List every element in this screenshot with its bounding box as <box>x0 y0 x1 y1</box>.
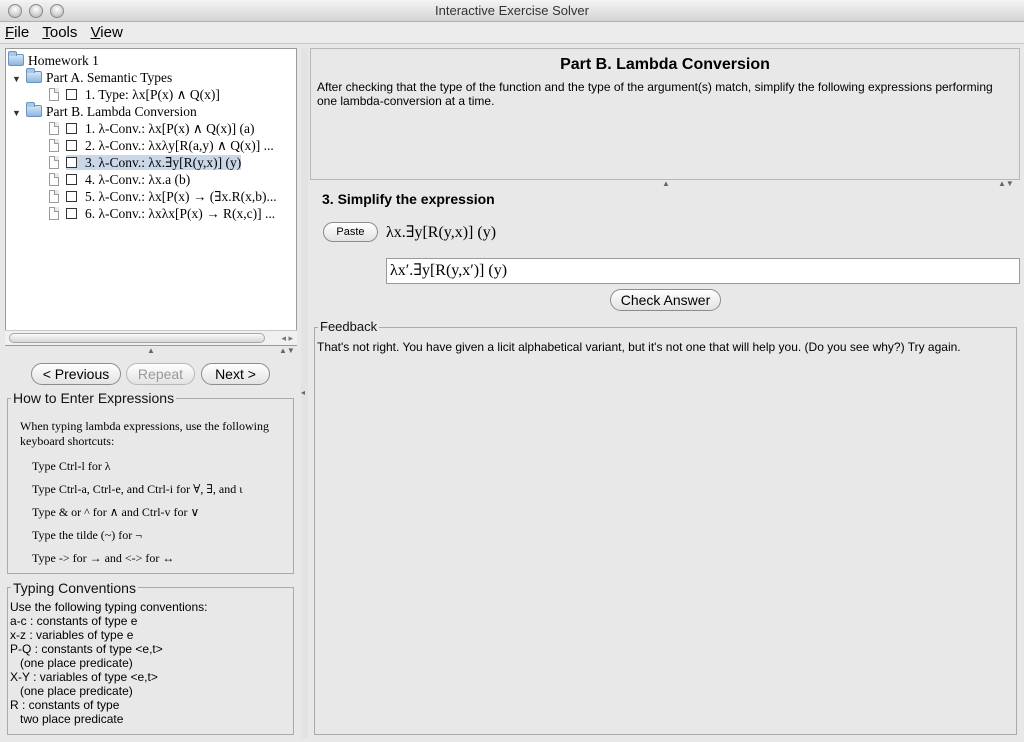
expression-text: λx.∃y[R(y,x)] (y) <box>386 224 497 241</box>
document-icon <box>49 122 59 135</box>
help-intro-2: keyboard shortcuts: <box>20 434 115 448</box>
help-line: Type & or ^ for ∧ and Ctrl-v for ∨ <box>32 505 200 519</box>
help-title: How to Enter Expressions <box>11 390 177 406</box>
folder-icon <box>8 51 24 66</box>
tree-item-b5[interactable]: 5. λ-Conv.: λx[P(x) → (∃x.R(x,b)... <box>49 188 277 205</box>
tree-item-a1[interactable]: 1. Type: λx[P(x) ∧ Q(x)] <box>49 86 220 103</box>
tree-item-b3-selected[interactable]: 3. λ-Conv.: λx.∃y[R(y,x)] (y) <box>49 154 242 171</box>
exercise-heading: 3. Simplify the expression <box>322 191 495 207</box>
next-button[interactable]: Next > <box>201 363 270 385</box>
convention-line: x-z : variables of type e <box>10 628 134 642</box>
convention-line: two place predicate <box>10 712 124 726</box>
tree-part-b[interactable]: ▼ Part B. Lambda Conversion <box>12 102 197 122</box>
menu-file[interactable]: File <box>5 22 29 44</box>
tree-root[interactable]: Homework 1 <box>8 51 99 69</box>
check-answer-button[interactable]: Check Answer <box>610 289 721 311</box>
minimize-window-button[interactable] <box>29 4 43 18</box>
conventions-title: Typing Conventions <box>11 580 138 596</box>
convention-line: R : constants of type <box>10 698 120 712</box>
menu-view[interactable]: View <box>91 22 123 44</box>
help-intro: When typing lambda expressions, use the … <box>20 419 269 433</box>
title-bar: Interactive Exercise Solver <box>0 0 1024 22</box>
document-icon <box>49 207 59 220</box>
answer-input[interactable]: λx′.∃y[R(y,x′)] (y) <box>386 258 1020 284</box>
splitter-arrows-icon[interactable]: ▲▼ <box>279 346 295 355</box>
tree-item-b4[interactable]: 4. λ-Conv.: λx.a (b) <box>49 171 190 188</box>
folder-icon <box>26 102 42 117</box>
scrollbar-thumb[interactable] <box>9 333 265 343</box>
document-icon <box>49 173 59 186</box>
tree-item-b2[interactable]: 2. λ-Conv.: λxλy[R(a,y) ∧ Q(x)] ... <box>49 137 274 154</box>
part-panel: Part B. Lambda Conversion After checking… <box>310 48 1020 180</box>
completed-checkbox <box>66 208 77 219</box>
part-title: Part B. Lambda Conversion <box>560 56 770 73</box>
convention-line: X-Y : variables of type <e,t> <box>10 670 158 684</box>
folder-icon <box>26 68 42 83</box>
help-line: Type Ctrl-a, Ctrl-e, and Ctrl-i for ∀, ∃… <box>32 482 243 496</box>
splitter-arrows-icon[interactable]: ▲▼ <box>998 179 1014 188</box>
document-icon <box>49 139 59 152</box>
tree-part-a[interactable]: ▼ Part A. Semantic Types <box>12 68 172 88</box>
completed-checkbox <box>66 191 77 202</box>
document-icon <box>49 88 59 101</box>
splitter-grip-icon[interactable]: ▲ <box>662 179 670 188</box>
tree-item-b6[interactable]: 6. λ-Conv.: λxλx[P(x) → R(x,c)] ... <box>49 205 275 222</box>
zoom-window-button[interactable] <box>50 4 64 18</box>
convention-line: P-Q : constants of type <e,t> <box>10 642 163 656</box>
feedback-title: Feedback <box>318 319 380 334</box>
feedback-panel <box>314 327 1017 735</box>
convention-line: a-c : constants of type e <box>10 614 138 628</box>
completed-checkbox <box>66 123 77 134</box>
help-line: Type Ctrl-l for λ <box>32 459 111 473</box>
expand-triangle-icon[interactable]: ▼ <box>12 105 22 122</box>
tree-item-b1[interactable]: 1. λ-Conv.: λx[P(x) ∧ Q(x)] (a) <box>49 120 254 137</box>
window-title: Interactive Exercise Solver <box>435 3 589 18</box>
convention-line: Use the following typing conventions: <box>10 600 208 614</box>
help-line: Type -> for → and <-> for ↔ <box>32 551 175 565</box>
convention-line: (one place predicate) <box>10 656 133 670</box>
part-description: After checking that the type of the func… <box>317 80 993 108</box>
completed-checkbox <box>66 174 77 185</box>
document-icon <box>49 190 59 203</box>
exercise-tree: Homework 1 ▼ Part A. Semantic Types 1. Ty… <box>5 48 297 346</box>
repeat-button[interactable]: Repeat <box>126 363 195 385</box>
splitter-arrow-icon[interactable]: ◂ <box>301 388 305 397</box>
menu-bar: File Tools View <box>0 22 1024 44</box>
app-window: Interactive Exercise Solver File Tools V… <box>0 0 1024 742</box>
completed-checkbox <box>66 89 77 100</box>
tree-horizontal-scrollbar[interactable]: ◂ ▸ <box>5 330 297 345</box>
menu-tools[interactable]: Tools <box>42 22 77 44</box>
completed-checkbox <box>66 157 77 168</box>
splitter-grip-icon[interactable]: ▲ <box>147 346 155 355</box>
convention-line: (one place predicate) <box>10 684 133 698</box>
close-window-button[interactable] <box>8 4 22 18</box>
paste-button[interactable]: Paste <box>323 222 378 242</box>
help-line: Type the tilde (~) for ¬ <box>32 528 143 542</box>
scroll-arrows-icon[interactable]: ◂ ▸ <box>281 331 293 345</box>
expand-triangle-icon[interactable]: ▼ <box>12 71 22 88</box>
document-icon <box>49 156 59 169</box>
completed-checkbox <box>66 140 77 151</box>
feedback-text: That's not right. You have given a licit… <box>317 340 961 354</box>
previous-button[interactable]: < Previous <box>31 363 121 385</box>
